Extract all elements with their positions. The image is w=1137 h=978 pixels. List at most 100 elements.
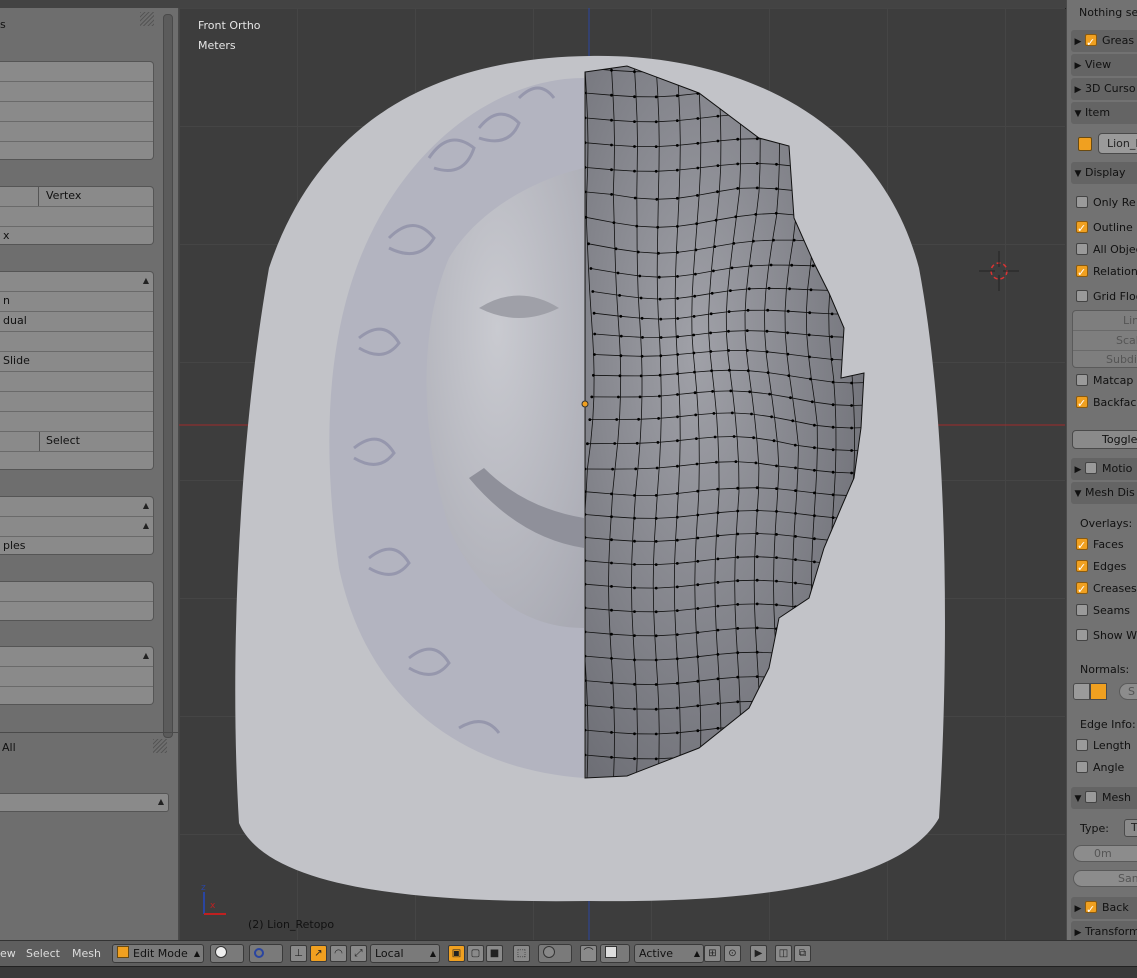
background-checkbox[interactable]	[1085, 899, 1097, 919]
proportional-editing-selector[interactable]	[538, 944, 572, 963]
outline-option[interactable]: Outline S	[1076, 218, 1137, 239]
snap-element-selector[interactable]	[600, 944, 630, 963]
grid-lines-field[interactable]: Lin	[1073, 311, 1137, 331]
backface-option[interactable]: Backfac	[1076, 393, 1136, 414]
translate-manipulator-icon[interactable]: ↗	[310, 945, 327, 962]
panel-display[interactable]: ▼ Display	[1071, 162, 1137, 184]
shelf-row[interactable]	[0, 582, 153, 602]
snap-toggle-icon[interactable]: ⌒	[580, 945, 597, 962]
shelf-row-dual[interactable]: dual	[0, 312, 153, 332]
shelf-row[interactable]	[0, 452, 153, 469]
analysis-min-field[interactable]: 0m	[1073, 845, 1137, 862]
view-menu[interactable]: ew	[0, 944, 16, 964]
vertex-normals-icon[interactable]	[1073, 683, 1090, 700]
normals-size-field[interactable]: S	[1119, 683, 1137, 700]
rotate-manipulator-icon[interactable]: ◠	[330, 945, 347, 962]
manipulator-toggle-icon[interactable]: ⊥	[290, 945, 307, 962]
panel-item[interactable]: ▼ Item	[1071, 102, 1137, 124]
viewport-shading-selector[interactable]	[210, 944, 244, 963]
shelf-row[interactable]	[0, 122, 153, 142]
shelf-row[interactable]	[0, 142, 153, 159]
panel-background-images[interactable]: ▶ Back	[1071, 897, 1137, 919]
show-weights-checkbox[interactable]	[1076, 629, 1088, 641]
render-opengl-icon[interactable]: ▶	[750, 945, 767, 962]
relationship-option[interactable]: Relation	[1076, 262, 1137, 283]
panel-motion-tracking[interactable]: ▶ Motio	[1071, 458, 1137, 480]
operator-dropdown[interactable]: ▲	[0, 793, 169, 812]
grid-floor-checkbox[interactable]	[1076, 290, 1088, 302]
shelf-dropdown[interactable]: ▲	[0, 497, 153, 517]
analysis-type-dropdown[interactable]: T	[1124, 819, 1137, 837]
face-select-mode-icon[interactable]: ■	[486, 945, 503, 962]
item-name-field[interactable]: Lion_R	[1098, 133, 1137, 154]
shelf-row[interactable]	[0, 332, 153, 352]
angle-checkbox[interactable]	[1076, 761, 1088, 773]
select-button[interactable]: Select	[46, 432, 80, 450]
grid-floor-option[interactable]: Grid Floo	[1076, 287, 1137, 307]
face-normals-icon[interactable]	[1090, 683, 1107, 700]
faces-option[interactable]: Faces	[1076, 535, 1124, 556]
faces-checkbox[interactable]	[1076, 536, 1088, 556]
analysis-samples-field[interactable]: Sam	[1073, 870, 1137, 887]
select-menu[interactable]: Select	[26, 944, 60, 964]
grease-checkbox[interactable]	[1085, 32, 1097, 52]
grid-scale-field[interactable]: Scale	[1073, 331, 1137, 351]
shelf-resize-handle-lower[interactable]	[153, 739, 167, 753]
render-image-icon[interactable]: ◫	[775, 945, 792, 962]
mesh-menu[interactable]: Mesh	[72, 944, 101, 964]
angle-option[interactable]: Angle	[1076, 758, 1124, 778]
edge-select-mode-icon[interactable]: ▢	[467, 945, 484, 962]
select-left-button[interactable]	[0, 432, 40, 451]
length-option[interactable]: Length	[1076, 736, 1131, 756]
limit-selection-visible-icon[interactable]: ⬚	[513, 945, 530, 962]
shelf-row-slide[interactable]: Slide	[0, 352, 153, 372]
motion-checkbox[interactable]	[1085, 462, 1097, 474]
shelf-row[interactable]	[0, 687, 153, 704]
shelf-row[interactable]	[0, 82, 153, 102]
shelf-select-dropdown[interactable]: ▲	[0, 272, 153, 292]
grid-subdiv-field[interactable]: Subdiv	[1073, 351, 1137, 369]
only-render-option[interactable]: Only Re	[1076, 193, 1136, 213]
snap-vertex-button[interactable]: Vertex	[46, 187, 81, 205]
shelf-row-ples[interactable]: ples	[0, 537, 153, 554]
shelf-row-n[interactable]: n	[0, 292, 153, 312]
shelf-scrollbar[interactable]	[163, 14, 173, 738]
only-render-checkbox[interactable]	[1076, 196, 1088, 208]
outline-checkbox[interactable]	[1076, 219, 1088, 239]
matcap-option[interactable]: Matcap	[1076, 371, 1133, 391]
scale-manipulator-icon[interactable]: ⤢	[350, 945, 367, 962]
shelf-row[interactable]	[0, 602, 153, 620]
shelf-row[interactable]	[0, 207, 153, 227]
shelf-dropdown[interactable]: ▲	[0, 647, 153, 667]
all-objects-checkbox[interactable]	[1076, 243, 1088, 255]
toggle-quad-view-button[interactable]: Toggle	[1072, 430, 1137, 449]
panel-grease-pencil[interactable]: ▶ Greas	[1071, 30, 1137, 52]
shelf-row[interactable]	[0, 667, 153, 687]
snap-project-icon[interactable]: ⊙	[724, 945, 741, 962]
mode-selector[interactable]: Edit Mode ▲	[112, 944, 204, 963]
relationship-checkbox[interactable]	[1076, 263, 1088, 283]
transform-orientation-selector[interactable]: Local ▲	[370, 944, 440, 963]
edges-option[interactable]: Edges	[1076, 557, 1126, 578]
seams-option[interactable]: Seams	[1076, 601, 1130, 621]
panel-transform-orientations[interactable]: ▶ Transform	[1071, 921, 1137, 940]
shelf-row[interactable]	[0, 412, 153, 432]
vertex-tail-row[interactable]: x	[0, 227, 153, 244]
all-objects-option[interactable]: All Objec	[1076, 240, 1137, 260]
panel-mesh-analysis[interactable]: ▼ Mesh	[1071, 787, 1137, 809]
shelf-resize-handle[interactable]	[140, 12, 154, 26]
snap-align-icon[interactable]: ⊞	[704, 945, 721, 962]
shelf-row[interactable]	[0, 392, 153, 412]
creases-option[interactable]: Creases	[1076, 579, 1137, 600]
seams-checkbox[interactable]	[1076, 604, 1088, 616]
matcap-checkbox[interactable]	[1076, 374, 1088, 386]
render-animation-icon[interactable]: ⧉	[794, 945, 811, 962]
creases-checkbox[interactable]	[1076, 580, 1088, 600]
length-checkbox[interactable]	[1076, 739, 1088, 751]
select-all-label[interactable]: All	[2, 741, 16, 754]
pivot-point-selector[interactable]	[249, 944, 283, 963]
snap-target-selector[interactable]: Active ▲	[634, 944, 704, 963]
panel-mesh-display[interactable]: ▼ Mesh Dis	[1071, 482, 1137, 504]
3d-viewport[interactable]: z x Front Ortho Meters (2) Lion_Retopo	[179, 8, 1065, 940]
backface-checkbox[interactable]	[1076, 394, 1088, 414]
